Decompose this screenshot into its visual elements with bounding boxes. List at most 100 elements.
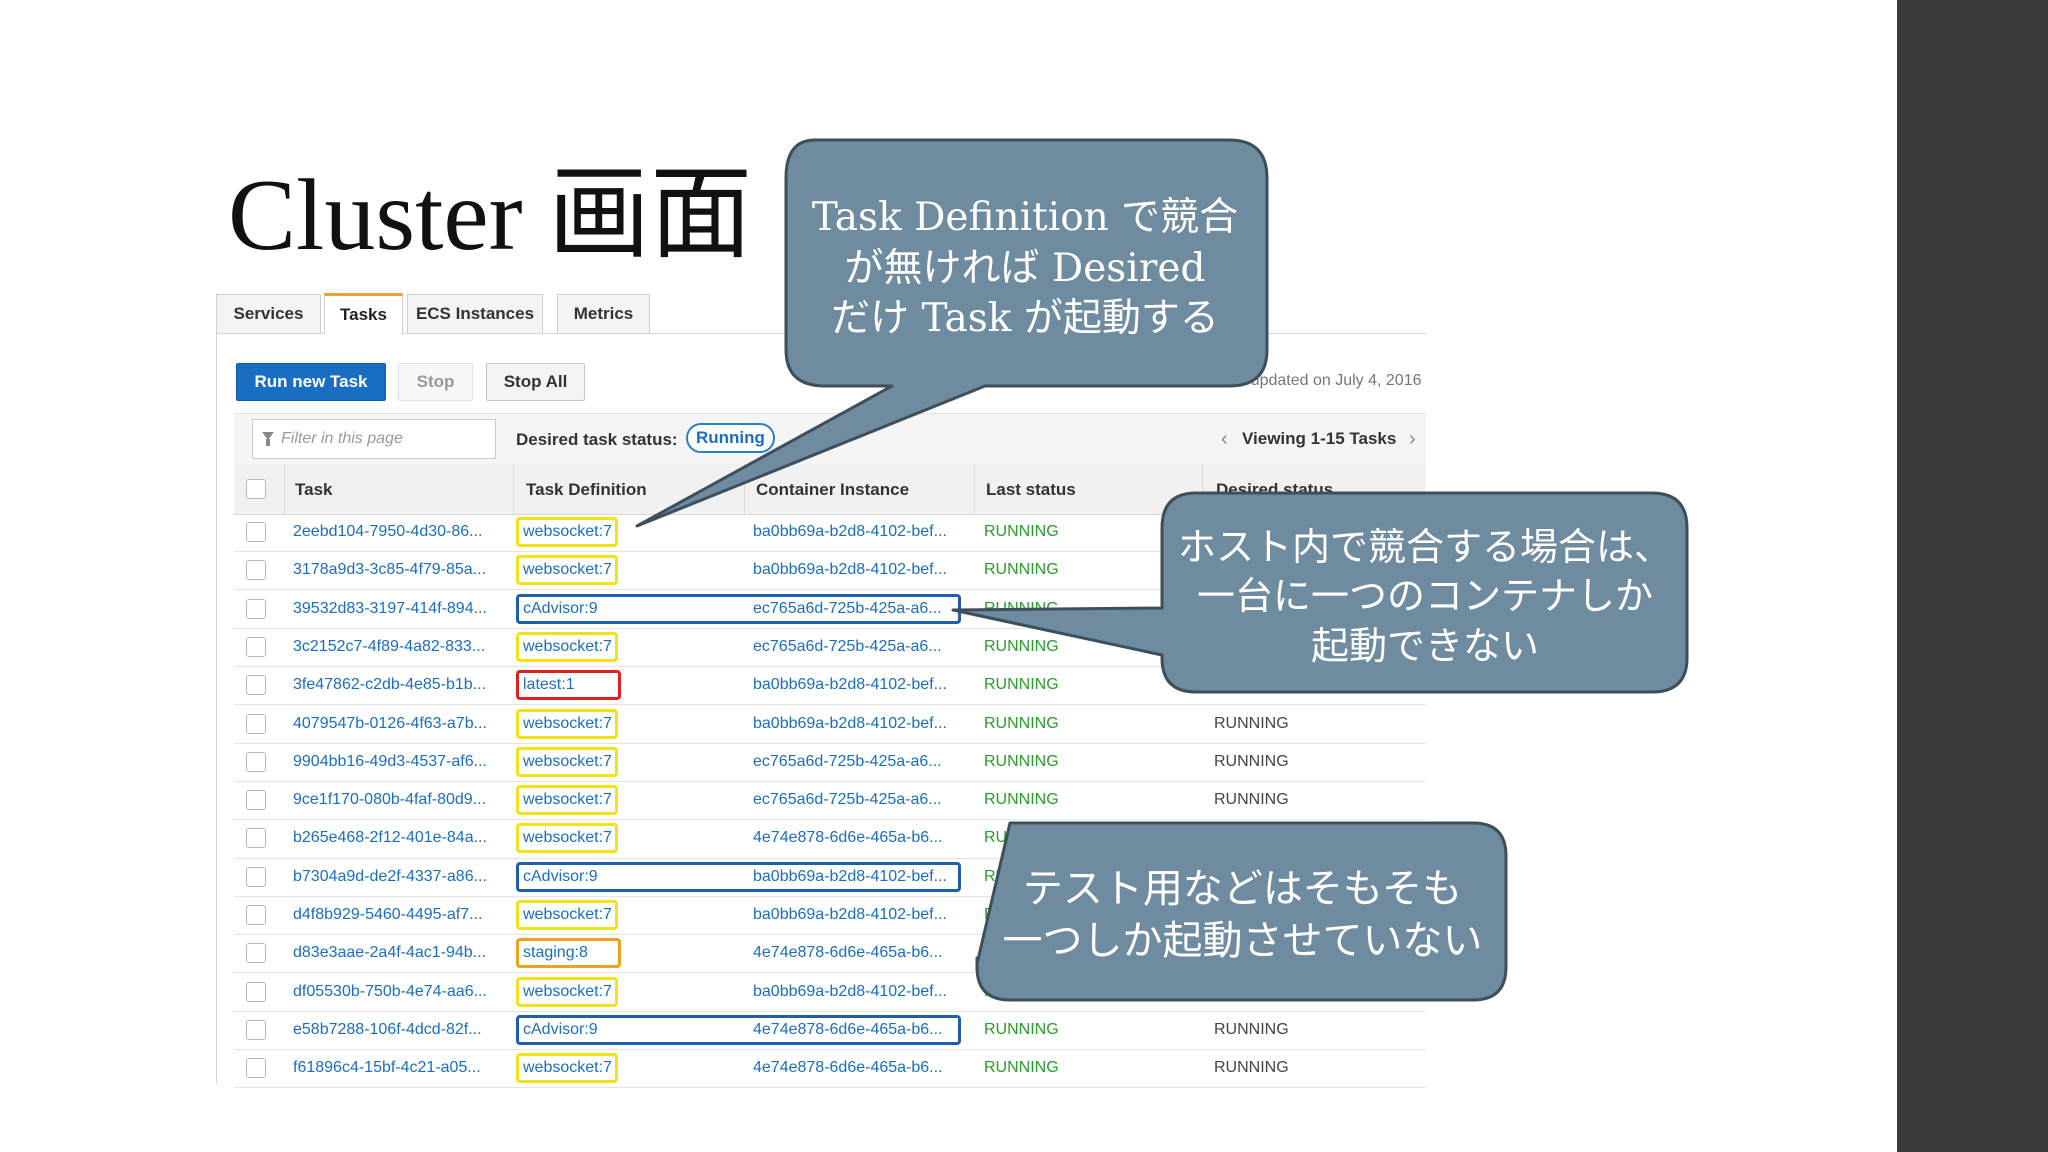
task-id-link[interactable]: 39532d83-3197-414f-894... (293, 599, 487, 619)
container-instance-link[interactable]: ec765a6d-725b-425a-a6... (753, 752, 942, 772)
callout-line: 起動できない (1310, 623, 1539, 668)
row-divider (234, 743, 1426, 744)
last-status-text: RUNNING (984, 791, 1059, 808)
desired-status-filter[interactable]: Running (686, 423, 775, 453)
tab-ecs-instances[interactable]: ECS Instances (407, 294, 543, 333)
callout-line: ホスト内で競合する場合は、 (1177, 525, 1672, 569)
container-instance-link[interactable]: 4e74e878-6d6e-465a-b6... (753, 1058, 943, 1078)
task-id-link[interactable]: 3c2152c7-4f89-4a82-833... (293, 637, 485, 657)
row-divider (234, 1011, 1426, 1012)
row-checkbox[interactable] (246, 905, 266, 925)
row-checkbox[interactable] (246, 675, 266, 695)
desired-status-text: RUNNING (1214, 1059, 1289, 1076)
task-definition-link[interactable]: latest:1 (523, 675, 575, 695)
task-id-link[interactable]: d83e3aae-2a4f-4ac1-94b... (293, 943, 486, 963)
column-header-last-status[interactable]: Last status (986, 480, 1076, 500)
tab-services[interactable]: Services (216, 294, 321, 333)
tab-metrics[interactable]: Metrics (557, 294, 650, 333)
task-definition-link[interactable]: websocket:7 (523, 790, 612, 810)
row-checkbox[interactable] (246, 714, 266, 734)
run-new-task-button[interactable]: Run new Task (236, 363, 386, 401)
task-definition-link[interactable]: websocket:7 (523, 828, 612, 848)
task-id-link[interactable]: 3fe47862-c2db-4e85-b1b... (293, 675, 486, 695)
task-id-link[interactable]: 4079547b-0126-4f63-a7b... (293, 714, 487, 734)
column-header-task-definition[interactable]: Task Definition (526, 480, 647, 500)
task-id-link[interactable]: 9ce1f170-080b-4faf-80d9... (293, 790, 486, 810)
task-definition-link[interactable]: websocket:7 (523, 1058, 612, 1078)
tab-tasks[interactable]: Tasks (324, 293, 403, 334)
container-instance-link[interactable]: 4e74e878-6d6e-465a-b6... (753, 828, 943, 848)
container-instance-link[interactable]: ec765a6d-725b-425a-a6... (753, 599, 942, 619)
task-definition-link[interactable]: websocket:7 (523, 752, 612, 772)
row-checkbox[interactable] (246, 828, 266, 848)
task-definition-link[interactable]: websocket:7 (523, 560, 612, 580)
slide-title: Cluster 画面 (228, 159, 753, 272)
last-status-text: RUNNING (984, 983, 1059, 1000)
row-checkbox[interactable] (246, 982, 266, 1002)
desired-status-text: RUNNING (1214, 676, 1289, 693)
container-instance-link[interactable]: ba0bb69a-b2d8-4102-bef... (753, 982, 947, 1002)
desired-status-text: RUNNING (1214, 1021, 1289, 1038)
task-definition-link[interactable]: websocket:7 (523, 714, 612, 734)
row-checkbox[interactable] (246, 790, 266, 810)
column-header-desired-status[interactable]: Desired status (1216, 480, 1333, 500)
container-instance-link[interactable]: ba0bb69a-b2d8-4102-bef... (753, 522, 947, 542)
row-checkbox[interactable] (246, 560, 266, 580)
select-all-checkbox[interactable] (246, 479, 266, 499)
last-status-text: RUNNING (984, 1021, 1059, 1038)
panel-left-border (216, 334, 217, 1084)
row-checkbox[interactable] (246, 522, 266, 542)
container-instance-link[interactable]: ba0bb69a-b2d8-4102-bef... (753, 560, 947, 580)
container-instance-link[interactable]: ec765a6d-725b-425a-a6... (753, 790, 942, 810)
task-id-link[interactable]: 2eebd104-7950-4d30-86... (293, 522, 483, 542)
task-definition-link[interactable]: websocket:7 (523, 982, 612, 1002)
task-id-link[interactable]: 3178a9d3-3c85-4f79-85a... (293, 560, 486, 580)
task-definition-link[interactable]: websocket:7 (523, 905, 612, 925)
callout-line: テスト用などはそもそも (1022, 866, 1463, 912)
callout-line: が無ければ Desired (844, 245, 1206, 291)
container-instance-link[interactable]: 4e74e878-6d6e-465a-b6... (753, 943, 943, 963)
last-status-text: RUNNING (984, 523, 1059, 540)
pagination-text: Viewing 1-15 Tasks (1242, 429, 1397, 448)
container-instance-link[interactable]: ba0bb69a-b2d8-4102-bef... (753, 675, 947, 695)
container-instance-link[interactable]: ba0bb69a-b2d8-4102-bef... (753, 714, 947, 734)
task-id-link[interactable]: df05530b-750b-4e74-aa6... (293, 982, 487, 1002)
task-id-link[interactable]: 9904bb16-49d3-4537-af6... (293, 752, 487, 772)
task-id-link[interactable]: f61896c4-15bf-4c21-a05... (293, 1058, 481, 1078)
chevron-left-icon[interactable]: ‹ (1221, 428, 1228, 451)
ecs-cluster-console: Services Tasks ECS Instances Metrics Run… (216, 290, 1426, 1090)
filter-input[interactable]: Filter in this page (252, 419, 496, 459)
container-instance-link[interactable]: ec765a6d-725b-425a-a6... (753, 637, 942, 657)
chevron-right-icon[interactable]: › (1409, 428, 1416, 451)
column-header-task[interactable]: Task (295, 480, 333, 500)
row-checkbox[interactable] (246, 867, 266, 887)
row-divider (234, 819, 1426, 820)
column-header-container-instance[interactable]: Container Instance (756, 480, 909, 500)
callout-task-definition-text: Task Definition で競合 が無ければ Desired だけ Task … (800, 193, 1250, 345)
row-checkbox[interactable] (246, 943, 266, 963)
task-definition-link[interactable]: cAdvisor:9 (523, 1020, 598, 1040)
task-definition-link[interactable]: cAdvisor:9 (523, 867, 598, 887)
task-definition-link[interactable]: staging:8 (523, 943, 588, 963)
task-id-link[interactable]: d4f8b929-5460-4495-af7... (293, 905, 482, 925)
stop-button[interactable]: Stop (398, 363, 473, 401)
container-instance-link[interactable]: ba0bb69a-b2d8-4102-bef... (753, 867, 947, 887)
task-definition-link[interactable]: websocket:7 (523, 637, 612, 657)
task-id-link[interactable]: b7304a9d-de2f-4337-a86... (293, 867, 487, 887)
task-id-link[interactable]: b265e468-2f12-401e-84a... (293, 828, 487, 848)
container-instance-link[interactable]: 4e74e878-6d6e-465a-b6... (753, 1020, 943, 1040)
last-updated-text: Last updated on July 4, 2016 1:1 (1216, 372, 1426, 389)
task-definition-link[interactable]: cAdvisor:9 (523, 599, 598, 619)
container-instance-link[interactable]: ba0bb69a-b2d8-4102-bef... (753, 905, 947, 925)
row-checkbox[interactable] (246, 637, 266, 657)
stop-all-button[interactable]: Stop All (486, 363, 585, 401)
task-definition-link[interactable]: websocket:7 (523, 522, 612, 542)
row-checkbox[interactable] (246, 752, 266, 772)
row-checkbox[interactable] (246, 1058, 266, 1078)
last-status-text: RUNNING (984, 753, 1059, 770)
slide-side-band (1897, 0, 2048, 1152)
column-divider (1202, 464, 1203, 514)
task-id-link[interactable]: e58b7288-106f-4dcd-82f... (293, 1020, 482, 1040)
row-checkbox[interactable] (246, 599, 266, 619)
row-checkbox[interactable] (246, 1020, 266, 1040)
